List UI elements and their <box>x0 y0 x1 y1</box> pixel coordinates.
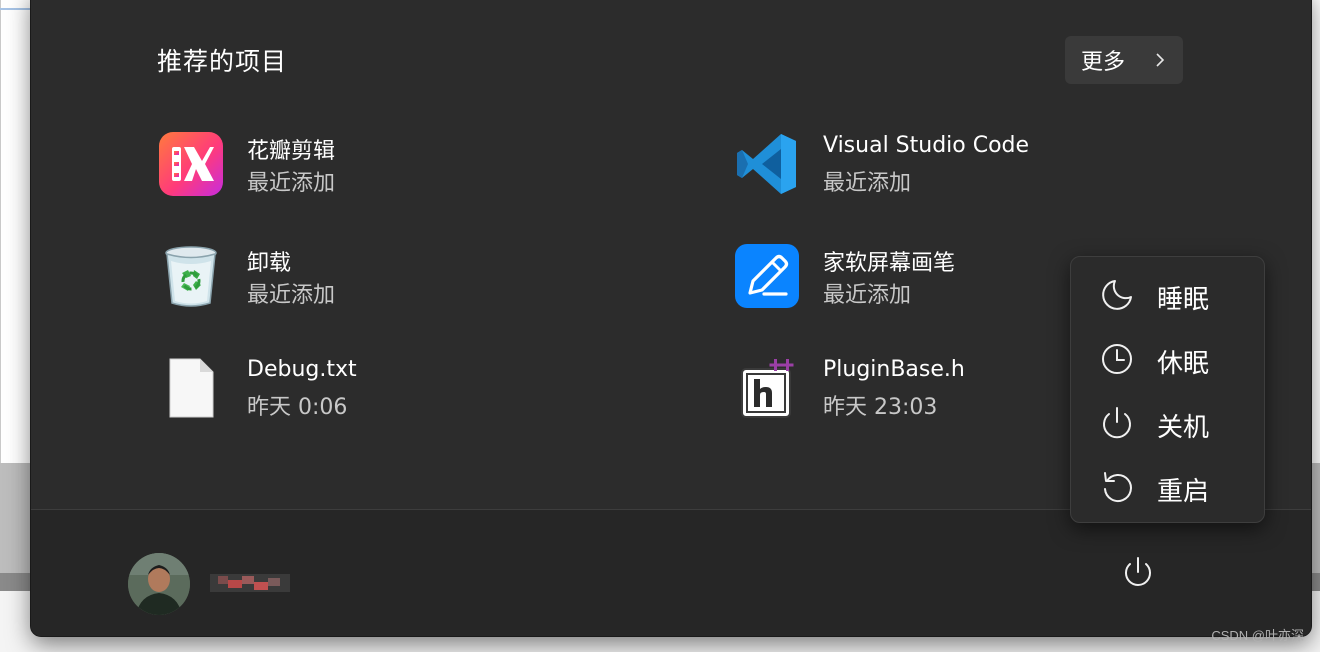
power-menu-label: 关机 <box>1157 413 1210 443</box>
power-menu-item-hibernate[interactable]: 休眠 <box>1071 329 1264 389</box>
item-subtitle: 最近添加 <box>247 283 336 308</box>
vscode-app-icon <box>737 134 796 194</box>
desktop-accent-line <box>0 8 32 10</box>
recommended-item[interactable]: 卸载 最近添加 <box>158 243 618 315</box>
item-subtitle: 最近添加 <box>823 171 912 196</box>
power-menu-label: 睡眠 <box>1157 285 1210 315</box>
recycle-bin-icon <box>165 246 217 307</box>
moon-icon <box>1102 280 1132 310</box>
power-menu-label: 重启 <box>1157 477 1210 507</box>
user-avatar[interactable] <box>128 553 190 615</box>
item-name: 家软屏幕画笔 <box>823 251 956 276</box>
restart-icon <box>1104 472 1132 502</box>
username-redacted <box>210 574 290 592</box>
power-menu-item-sleep[interactable]: 睡眠 <box>1071 265 1264 325</box>
power-menu-item-shutdown[interactable]: 关机 <box>1071 393 1264 453</box>
power-button[interactable] <box>1118 553 1158 593</box>
clock-icon <box>1102 344 1132 374</box>
item-subtitle: 最近添加 <box>823 283 912 308</box>
recommended-item[interactable]: Visual Studio Code 最近添加 <box>734 131 1194 203</box>
recommended-item[interactable]: Debug.txt 昨天 0:06 <box>158 355 618 427</box>
power-icon <box>1103 407 1131 439</box>
recommended-item[interactable]: 花瓣剪辑 最近添加 <box>158 131 618 203</box>
item-subtitle: 最近添加 <box>247 171 336 196</box>
recommended-title: 推荐的项目 <box>157 47 288 76</box>
item-name: 花瓣剪辑 <box>247 139 336 164</box>
item-name: 卸载 <box>247 251 292 276</box>
item-subtitle: 昨天 0:06 <box>247 395 348 420</box>
power-menu: 睡眠 休眠 关机 重启 <box>1070 256 1265 523</box>
item-name: PluginBase.h <box>823 357 965 382</box>
power-menu-item-restart[interactable]: 重启 <box>1071 457 1264 517</box>
item-subtitle: 昨天 23:03 <box>823 395 938 420</box>
text-file-icon <box>169 358 214 418</box>
item-name: Debug.txt <box>247 357 357 382</box>
huaban-jianji-app-icon <box>159 132 223 196</box>
screen-pen-app-icon <box>735 244 799 308</box>
cpp-header-file-icon <box>741 359 794 418</box>
desktop-window-edge <box>0 0 1 463</box>
more-button[interactable]: 更多 <box>1065 36 1183 84</box>
item-name: Visual Studio Code <box>823 133 1030 158</box>
avatar-image <box>128 553 190 615</box>
watermark: CSDN @叶亦深 <box>1211 628 1304 643</box>
more-button-label: 更多 <box>1081 50 1126 75</box>
chevron-right-icon <box>1156 53 1165 67</box>
power-menu-label: 休眠 <box>1157 349 1210 379</box>
